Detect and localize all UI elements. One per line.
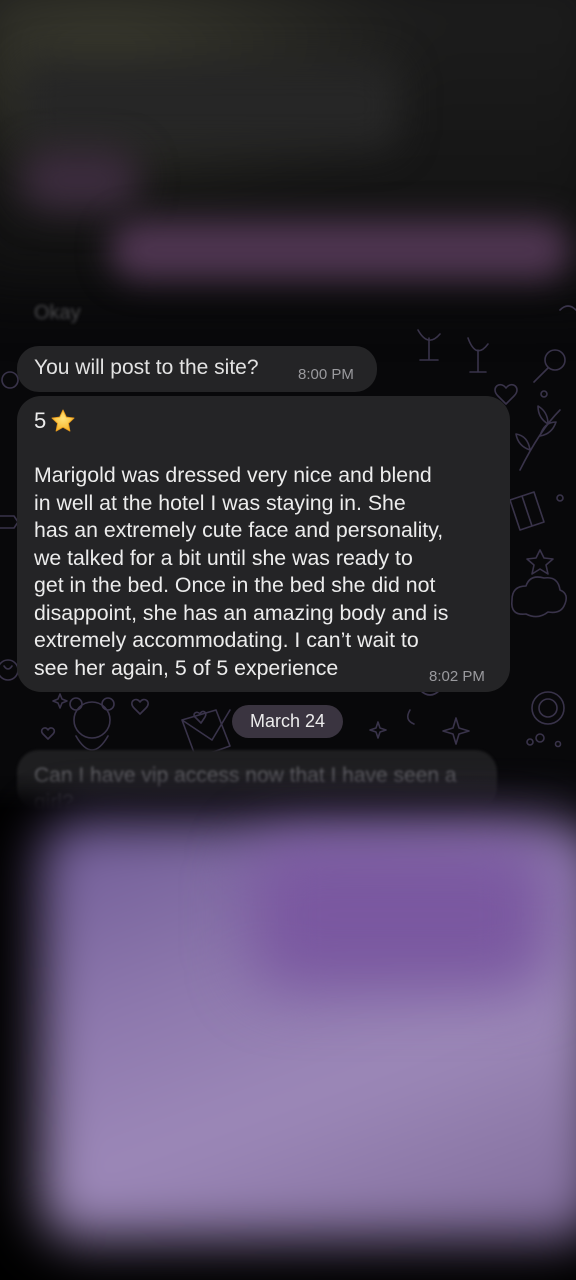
message-timestamp: 8:02 PM [429,668,485,685]
blurred-avatar [20,150,140,210]
blurred-image-highlight [250,840,550,990]
blurred-message-bubble [20,60,400,150]
review-text: Marigold was dressed very nice and blend… [34,463,449,680]
incoming-message-bubble[interactable]: You will post to the site? 8:00 PM [17,346,377,392]
rating-value: 5 [34,408,47,433]
star-icon [51,409,75,432]
chat-screen: Okay You will post to the site? 8:00 PM … [0,0,576,1280]
incoming-review-message-bubble[interactable]: 5 Marigold was dressed very nice and ble… [17,396,510,692]
message-timestamp: 8:00 PM [298,366,354,383]
blurred-outgoing-bubble [110,220,570,280]
message-text: You will post to the site? [34,356,259,379]
blurred-previous-text: Okay [34,302,81,324]
rating-line: 5 [34,408,76,434]
date-separator: March 24 [232,705,343,738]
